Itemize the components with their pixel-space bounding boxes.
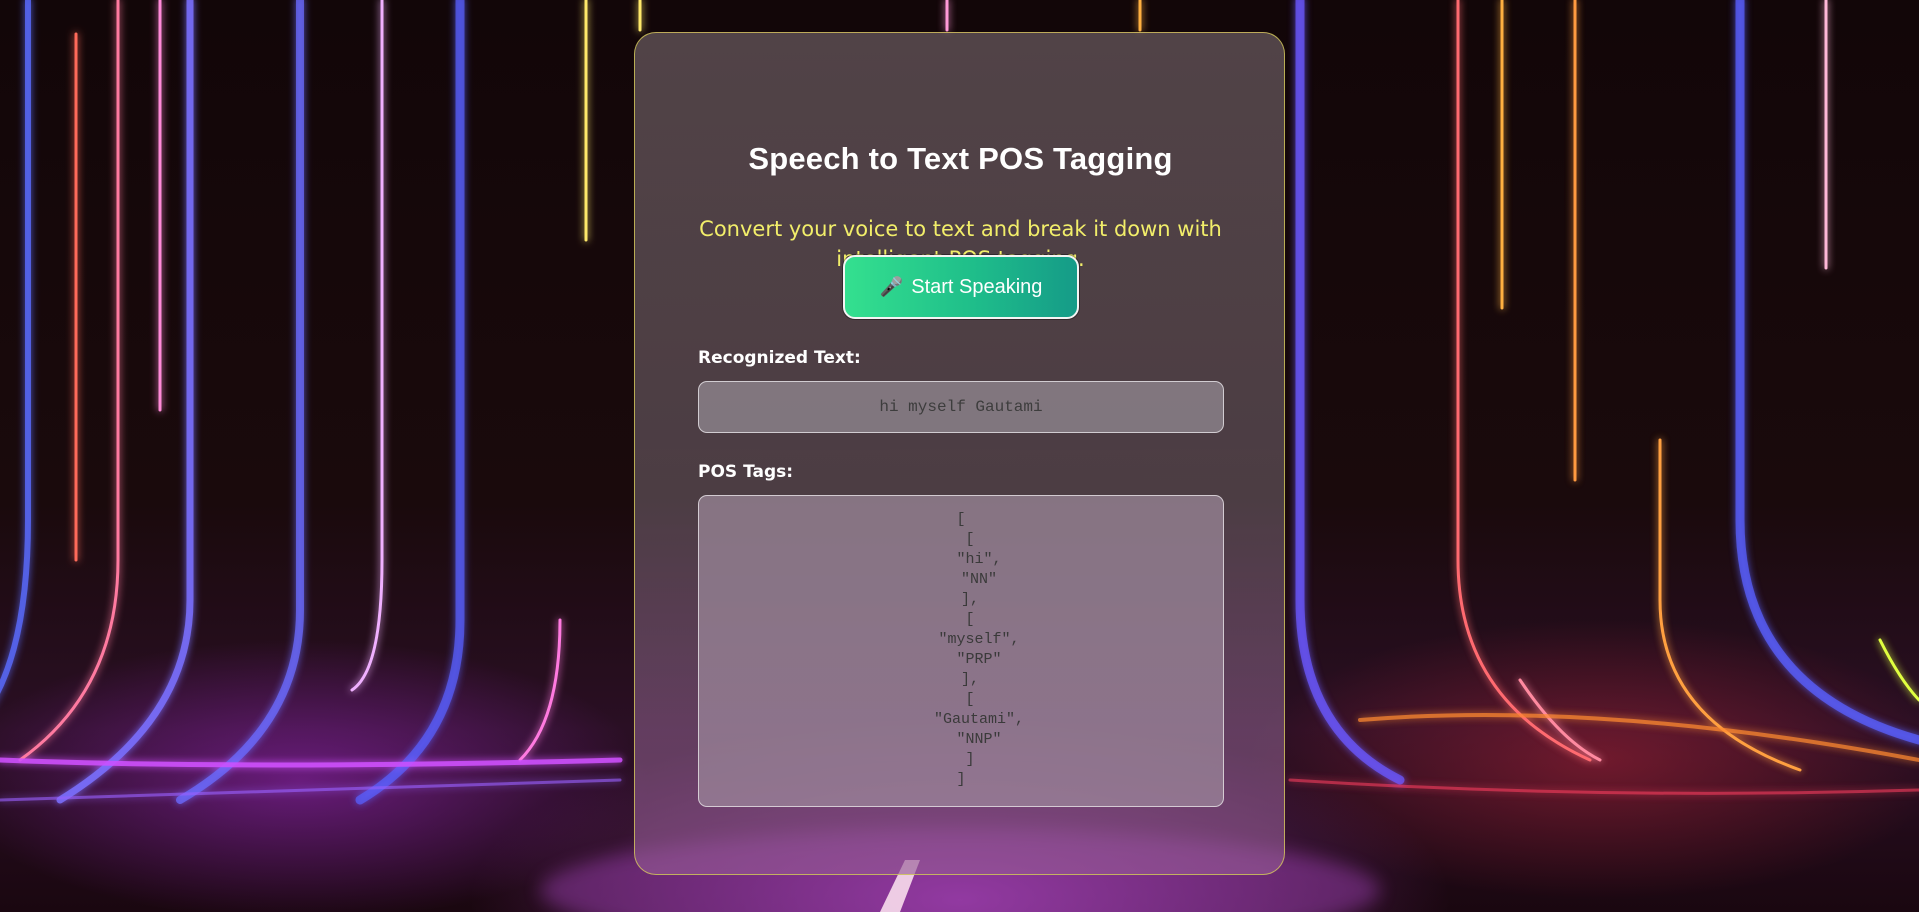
microphone-icon: 🎤: [879, 276, 904, 298]
pos-tags-label: POS Tags:: [698, 462, 794, 482]
recognized-text-output: hi myself Gautami: [698, 381, 1224, 433]
recognized-text-label: Recognized Text:: [698, 348, 861, 368]
main-card: Speech to Text POS Tagging Convert your …: [634, 32, 1285, 875]
page-title: Speech to Text POS Tagging: [748, 141, 1173, 176]
start-speaking-label: Start Speaking: [911, 275, 1043, 298]
pos-tags-output: [ [ "hi", "NN" ], [ "myself", "PRP" ], […: [698, 495, 1224, 807]
start-speaking-button[interactable]: 🎤 Start Speaking: [843, 255, 1079, 319]
